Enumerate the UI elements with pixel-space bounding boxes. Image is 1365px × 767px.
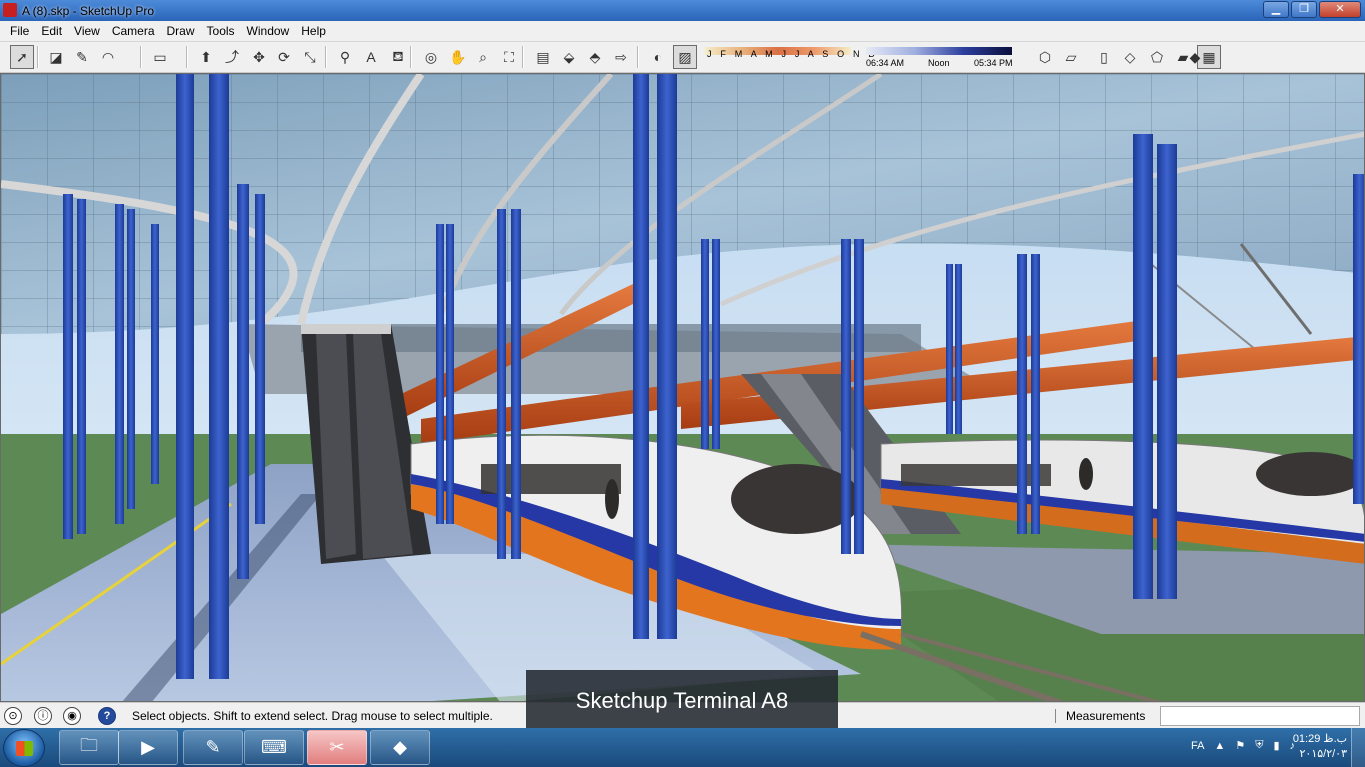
video-caption: Sketchup Terminal A8 bbox=[526, 670, 838, 737]
sketchup-logo-icon bbox=[3, 3, 17, 17]
media-player-taskbar-button[interactable]: ▶ bbox=[118, 730, 178, 765]
windows-taskbar: FA ▲ ⚑ ⛨ ▮ ♪ 01:29 ب.ظ ۲۰۱۵/۲/۰۳ 🗀 ▶ ✎ ⌨ ✂ ◆ bbox=[0, 728, 1365, 767]
main-toolbar: ➚ ◪ ✎ ◠ ▭ ⬆ ⤴ ✥ ⟳ ⤡ ⚲ A ⛾ ◎ ✋ ⌕ ⛶ ▤ ⬙ ⬘ ⇨ ◐ ▨ ⬡ ▱ ▯ ◇ ⬠ ▰ ▦ ◆ bbox=[0, 42, 1365, 73]
model-viewport[interactable] bbox=[0, 73, 1365, 702]
show-desktop-button[interactable] bbox=[1351, 728, 1365, 767]
follow-me-tool-button[interactable]: ⤴ bbox=[220, 45, 244, 69]
status-hint: Select objects. Shift to extend select. … bbox=[132, 709, 493, 723]
security-icon[interactable]: ⛨ bbox=[1255, 739, 1263, 752]
tape-measure-tool-button[interactable]: ⚲ bbox=[333, 45, 357, 69]
extension-button[interactable]: ⇨ bbox=[609, 45, 633, 69]
pan-tool-button[interactable]: ✋ bbox=[446, 45, 470, 69]
measurements-divider bbox=[1055, 709, 1056, 723]
keyboard-taskbar-button[interactable]: ⌨ bbox=[244, 730, 304, 765]
measurements-input[interactable] bbox=[1160, 706, 1360, 726]
menu-camera[interactable]: Camera bbox=[106, 24, 161, 38]
sketchup-window: A (8).skp - SketchUp Pro ▁ ❐ ✕ File Edit… bbox=[0, 0, 1365, 767]
toolbar-separator bbox=[325, 46, 327, 68]
top-view-button[interactable]: ▱ bbox=[1059, 45, 1083, 69]
front-view-button[interactable]: ▯ bbox=[1092, 45, 1116, 69]
move-tool-button[interactable]: ✥ bbox=[247, 45, 271, 69]
language-indicator[interactable]: FA bbox=[1191, 740, 1204, 752]
menu-view[interactable]: View bbox=[68, 24, 106, 38]
time-of-day-slider[interactable] bbox=[866, 47, 1012, 55]
pencil-tool-button[interactable]: ✎ bbox=[70, 45, 94, 69]
menu-tools[interactable]: Tools bbox=[201, 24, 241, 38]
notepad-taskbar-button[interactable]: ✎ bbox=[183, 730, 243, 765]
menu-file[interactable]: File bbox=[4, 24, 35, 38]
time-start-label: 06:34 AM bbox=[866, 58, 905, 68]
zoom-tool-button[interactable]: ⌕ bbox=[471, 45, 495, 69]
eraser-tool-button[interactable]: ◪ bbox=[44, 45, 68, 69]
rotate-tool-button[interactable]: ⟳ bbox=[272, 45, 296, 69]
push-pull-tool-button[interactable]: ⬆ bbox=[194, 45, 218, 69]
arc-tool-button[interactable]: ◠ bbox=[96, 45, 120, 69]
paint-bucket-tool-button[interactable]: ⛾ bbox=[386, 45, 410, 69]
text-tool-button[interactable]: A bbox=[359, 45, 383, 69]
terminal-model-render bbox=[1, 74, 1364, 701]
menu-edit[interactable]: Edit bbox=[35, 24, 68, 38]
style-shaded-button[interactable]: ◆ bbox=[1183, 45, 1207, 69]
toolbar-separator bbox=[637, 46, 639, 68]
menu-bar: File Edit View Camera Draw Tools Window … bbox=[0, 21, 1365, 42]
fog-button[interactable]: ▨ bbox=[673, 45, 697, 69]
maximize-button[interactable]: ❐ bbox=[1291, 1, 1317, 18]
menu-window[interactable]: Window bbox=[241, 24, 296, 38]
flag-icon[interactable]: ⚑ bbox=[1235, 739, 1245, 752]
zoom-extents-button[interactable]: ⛶ bbox=[497, 45, 521, 69]
warehouse-button[interactable]: ▤ bbox=[531, 45, 555, 69]
title-bar: A (8).skp - SketchUp Pro ▁ ❐ ✕ bbox=[0, 0, 1365, 21]
menu-draw[interactable]: Draw bbox=[161, 24, 201, 38]
minimize-button[interactable]: ▁ bbox=[1263, 1, 1289, 18]
shadows-button[interactable]: ◐ bbox=[646, 45, 670, 69]
share-component-button[interactable]: ⬘ bbox=[583, 45, 607, 69]
select-tool-button[interactable]: ➚ bbox=[10, 45, 34, 69]
credits-icon[interactable]: ⓘ bbox=[34, 707, 52, 725]
right-view-button[interactable]: ◇ bbox=[1118, 45, 1142, 69]
sketchup-taskbar-button[interactable]: ◆ bbox=[370, 730, 430, 765]
user-account-icon[interactable]: ◉ bbox=[63, 707, 81, 725]
start-button[interactable] bbox=[3, 729, 45, 767]
clock[interactable]: 01:29 ب.ظ ۲۰۱۵/۲/۰۳ bbox=[1272, 732, 1347, 762]
geo-location-icon[interactable]: ⊙ bbox=[4, 707, 22, 725]
month-labels: J F M A M J J A S O N D bbox=[707, 49, 879, 59]
scale-tool-button[interactable]: ⤡ bbox=[298, 45, 322, 69]
help-icon[interactable]: ? bbox=[98, 707, 116, 725]
clock-date: ۲۰۱۵/۲/۰۳ bbox=[1299, 748, 1347, 760]
menu-help[interactable]: Help bbox=[295, 24, 332, 38]
measurements-label: Measurements bbox=[1066, 709, 1146, 723]
iso-view-button[interactable]: ⬡ bbox=[1033, 45, 1057, 69]
clock-time: 01:29 ب.ظ bbox=[1292, 733, 1347, 745]
explorer-taskbar-button[interactable]: 🗀 bbox=[59, 730, 119, 765]
toolbar-separator bbox=[37, 46, 39, 68]
time-end-label: 05:34 PM bbox=[974, 58, 1013, 68]
toolbar-separator bbox=[186, 46, 188, 68]
toolbar-separator bbox=[522, 46, 524, 68]
time-noon-label: Noon bbox=[928, 58, 950, 68]
shape-tool-button[interactable]: ▭ bbox=[148, 45, 172, 69]
window-title: A (8).skp - SketchUp Pro bbox=[22, 4, 155, 18]
toolbar-separator bbox=[410, 46, 412, 68]
snipping-tool-taskbar-button[interactable]: ✂ bbox=[307, 730, 367, 765]
toolbar-separator bbox=[140, 46, 142, 68]
orbit-tool-button[interactable]: ◎ bbox=[419, 45, 443, 69]
share-model-button[interactable]: ⬙ bbox=[557, 45, 581, 69]
tray-expand-icon[interactable]: ▲ bbox=[1214, 740, 1225, 752]
close-button[interactable]: ✕ bbox=[1319, 1, 1361, 18]
back-view-button[interactable]: ⬠ bbox=[1145, 45, 1169, 69]
